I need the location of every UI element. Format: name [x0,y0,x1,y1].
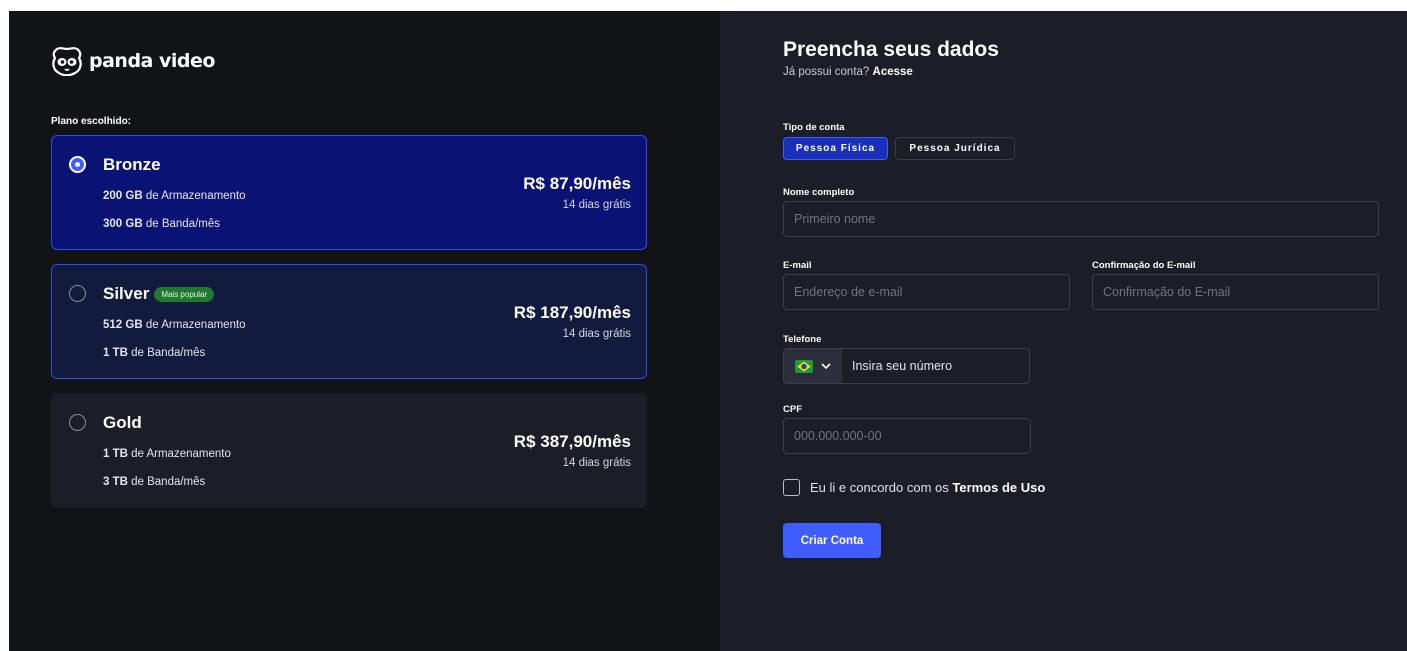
signup-screen: panda video Plano escolhido: Bronze 200 … [9,11,1407,651]
storage-amount: 512 GB [103,319,143,331]
email-confirm-label: Confirmação do E-mail [1092,260,1196,271]
radio-unselected-icon[interactable] [69,414,86,431]
plan-heading: Plano escolhido: [51,116,132,127]
signup-form: Preencha seus dados Já possui conta? Ace… [720,11,1407,651]
brazil-flag-icon [795,359,813,373]
login-prompt-text: Já possui conta? [783,66,870,78]
plan-storage: 1 TB de Armazenamento [103,448,231,460]
create-account-button[interactable]: Criar Conta [783,523,881,558]
plan-card-gold[interactable]: Gold 1 TB de Armazenamento 3 TB de Banda… [51,393,647,508]
country-selector[interactable] [784,349,842,383]
full-name-label: Nome completo [783,187,855,198]
form-title: Preencha seus dados [783,38,999,61]
radio-unselected-icon[interactable] [69,285,86,302]
plan-panel: panda video Plano escolhido: Bronze 200 … [9,11,720,651]
plan-name-text: Silver [103,284,150,303]
plan-bandwidth: 3 TB de Banda/mês [103,476,205,488]
popular-badge: Mais popular [154,286,215,302]
full-name-placeholder: Primeiro nome [794,212,876,226]
plan-storage: 512 GB de Armazenamento [103,319,246,331]
cpf-label: CPF [783,404,802,415]
plan-trial: 14 dias grátis [562,457,631,469]
account-type-pessoa-fisica[interactable]: Pessoa Física [783,137,888,160]
plan-price: R$ 87,90/mês [523,174,631,193]
brand-logo: panda video [51,46,215,76]
bandwidth-text: de Banda/mês [142,218,220,230]
phone-input[interactable]: Insira seu número [842,349,1029,383]
plan-name: Gold [103,413,142,433]
cpf-field[interactable]: 000.000.000-00 [783,418,1031,454]
plan-name: Bronze [103,155,161,175]
plan-trial: 14 dias grátis [562,199,631,211]
plan-name-text: Bronze [103,155,161,174]
account-type-pessoa-juridica[interactable]: Pessoa Jurídica [895,137,1015,160]
email-confirm-placeholder: Confirmação do E-mail [1103,285,1231,299]
terms-checkbox[interactable] [783,479,800,496]
plan-trial: 14 dias grátis [562,328,631,340]
email-placeholder: Endereço de e-mail [794,285,903,299]
brand-name: panda video [89,50,215,72]
bandwidth-amount: 3 TB [103,476,128,488]
plan-card-silver[interactable]: Silver Mais popular 512 GB de Armazename… [51,264,647,379]
terms-text: Eu li e concordo com os Termos de Uso [810,480,1045,495]
chevron-down-icon [821,362,831,369]
email-confirm-field[interactable]: Confirmação do E-mail [1092,274,1379,310]
full-name-field[interactable]: Primeiro nome [783,201,1379,237]
plan-name: Silver Mais popular [103,284,215,304]
storage-text: de Armazenamento [127,448,231,460]
panda-logo-icon [52,47,82,76]
storage-text: de Armazenamento [142,319,246,331]
bandwidth-amount: 1 TB [103,347,128,359]
bandwidth-text: de Banda/mês [127,347,206,359]
terms-link[interactable]: Termos de Uso [952,480,1045,495]
storage-text: de Armazenamento [142,190,246,202]
plan-bandwidth: 300 GB de Banda/mês [103,218,220,230]
storage-amount: 200 GB [103,190,143,202]
phone-label: Telefone [783,334,822,345]
bandwidth-amount: 300 GB [103,218,143,230]
terms-row: Eu li e concordo com os Termos de Uso [783,479,1045,496]
bandwidth-text: de Banda/mês [127,476,206,488]
plan-price: R$ 387,90/mês [513,432,631,451]
email-field[interactable]: Endereço de e-mail [783,274,1070,310]
plan-storage: 200 GB de Armazenamento [103,190,246,202]
cpf-placeholder: 000.000.000-00 [794,429,882,443]
email-label: E-mail [783,260,812,271]
login-prompt: Já possui conta? Acesse [783,66,913,78]
radio-selected-icon[interactable] [69,156,86,173]
login-link[interactable]: Acesse [873,66,913,78]
phone-field: Insira seu número [783,348,1030,384]
plan-bandwidth: 1 TB de Banda/mês [103,347,205,359]
terms-label: Eu li e concordo com os [810,480,949,495]
plan-card-bronze[interactable]: Bronze 200 GB de Armazenamento 300 GB de… [51,135,647,250]
storage-amount: 1 TB [103,448,128,460]
plan-name-text: Gold [103,413,142,432]
plan-price: R$ 187,90/mês [513,303,631,322]
account-type-label: Tipo de conta [783,122,845,133]
